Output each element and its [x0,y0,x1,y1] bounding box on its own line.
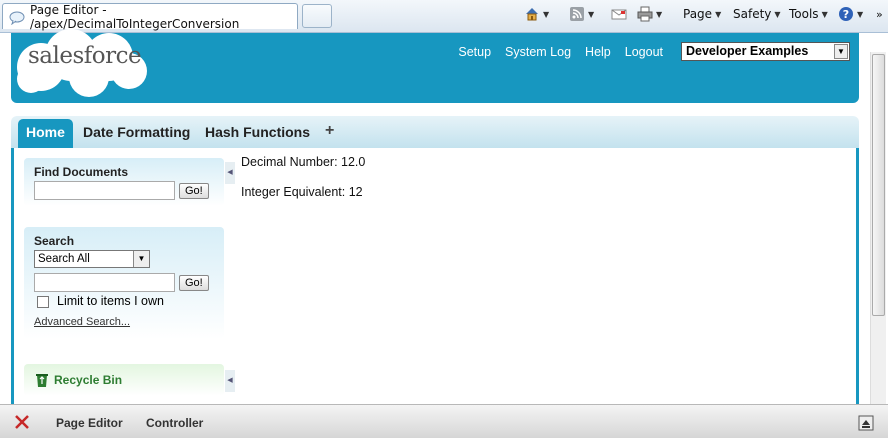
new-tab-button[interactable] [302,4,332,28]
recycle-bin-icon [34,372,50,388]
feeds-button[interactable]: ▼ [569,6,594,22]
search-scope-select[interactable]: Search All ▼ [34,250,150,268]
tools-caret-icon: ▼ [821,9,828,19]
setup-link[interactable]: Setup [458,45,491,59]
main-content-area: Find Documents Go! ◀ Search Search All ▼… [11,148,859,404]
page-editor-button[interactable]: Page Editor [56,416,123,430]
find-documents-go-button[interactable]: Go! [179,182,209,199]
print-button[interactable]: ▼ [637,6,662,22]
scrollbar-thumb[interactable] [872,54,885,316]
help-link[interactable]: Help [585,45,611,59]
advanced-search-link[interactable]: Advanced Search... [34,316,214,328]
search-box: Search Search All ▼ Go! Limit to items I… [24,227,224,339]
app-selector-value: Developer Examples [686,44,809,58]
chevron-down-icon[interactable]: ▼ [133,251,149,267]
tools-menu[interactable]: Tools ▼ [789,6,828,22]
search-scope-value: Search All [38,253,90,265]
decimal-number-text: Decimal Number: 12.0 [241,155,366,169]
find-documents-box: Find Documents Go! [24,158,224,206]
recycle-bin-box[interactable]: Recycle Bin [24,364,224,396]
header-links: Setup System Log Help Logout [458,45,663,59]
toolbar-overflow[interactable]: » [876,6,883,22]
safety-caret-icon: ▼ [774,9,781,19]
close-dev-mode-icon[interactable] [14,414,30,433]
developer-footer-bar: Page Editor Controller [0,404,888,438]
maximize-dev-panel-icon[interactable] [858,415,874,434]
find-documents-input[interactable] [34,181,175,200]
salesforce-logo[interactable]: salesforce [11,27,151,97]
help-menu[interactable]: ? ▼ [838,6,863,22]
safety-menu[interactable]: Safety ▼ [733,6,781,22]
collapse-sidebar-icon-bottom[interactable]: ◀ [225,370,235,392]
page-scrollbar[interactable] [870,52,886,404]
help-icon: ? [838,6,854,22]
home-button[interactable]: ▼ [524,6,549,22]
mail-icon [611,6,627,22]
mail-button[interactable] [611,6,627,22]
page-menu-label: Page [683,7,713,21]
find-documents-title: Find Documents [34,165,129,179]
home-icon [524,6,540,22]
search-input[interactable] [34,273,175,292]
tools-menu-label: Tools [789,7,819,21]
add-tab-icon[interactable]: + [325,122,334,140]
app-selector[interactable]: Developer Examples ▼ [681,42,850,61]
safety-menu-label: Safety [733,7,772,21]
app-tab-bar: Home Date Formatting Hash Functions + [11,116,859,148]
system-log-link[interactable]: System Log [505,45,571,59]
help-caret-icon: ▼ [857,9,864,19]
feeds-caret-icon[interactable]: ▼ [588,10,594,19]
search-go-button[interactable]: Go! [179,274,209,291]
browser-tab-active[interactable]: Page Editor - /apex/DecimalToIntegerConv… [2,3,298,31]
page-favicon-icon [9,9,25,25]
printer-icon [637,6,653,22]
tab-date-formatting[interactable]: Date Formatting [83,124,190,140]
salesforce-logo-text: salesforce [28,43,142,69]
collapse-sidebar-icon[interactable]: ◀ [225,162,235,184]
logout-link[interactable]: Logout [625,45,663,59]
tab-home[interactable]: Home [18,119,73,148]
home-caret-icon[interactable]: ▼ [543,10,549,19]
page-menu[interactable]: Page ▼ [683,6,721,22]
limit-to-items-label: Limit to items I own [57,294,164,308]
limit-to-items-checkbox[interactable] [37,295,49,308]
search-title: Search [34,234,75,248]
print-caret-icon[interactable]: ▼ [656,10,662,19]
controller-button[interactable]: Controller [146,416,203,430]
svg-text:?: ? [843,8,849,21]
page-caret-icon: ▼ [715,9,722,19]
rss-feed-icon [569,6,585,22]
recycle-bin-label[interactable]: Recycle Bin [54,373,122,387]
chevron-down-icon[interactable]: ▼ [834,44,848,59]
tab-hash-functions[interactable]: Hash Functions [205,124,310,140]
integer-equivalent-text: Integer Equivalent: 12 [241,185,363,199]
salesforce-header: salesforce Setup System Log Help Logout … [11,29,859,103]
